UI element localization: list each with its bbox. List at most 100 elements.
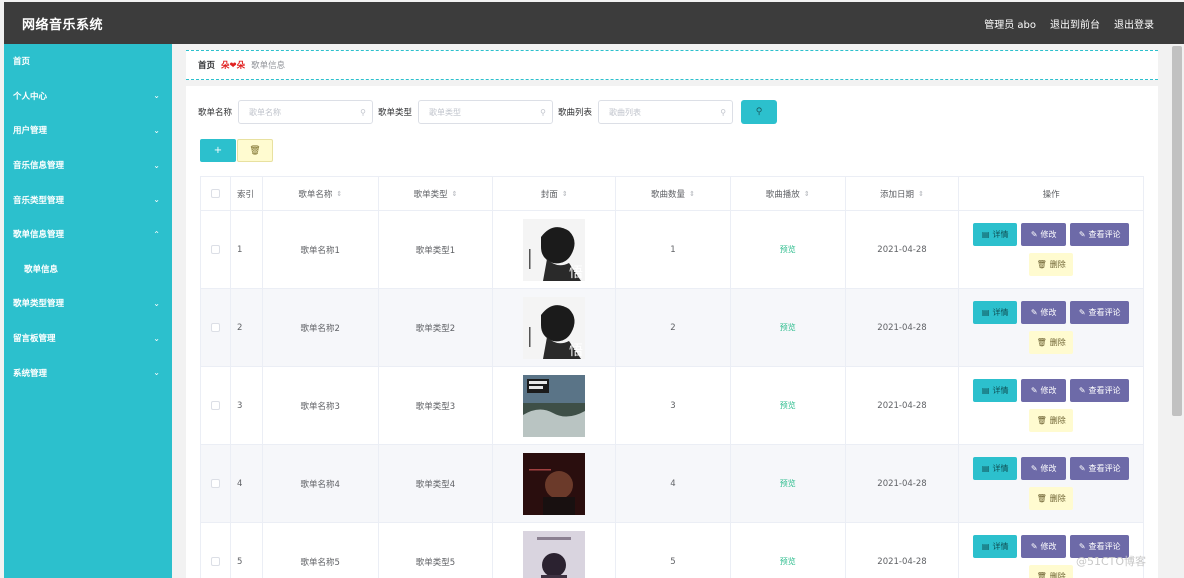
- row-date: 2021-04-28: [846, 445, 960, 522]
- header-play-label: 歌曲播放: [765, 189, 800, 200]
- header-date[interactable]: 添加日期 ⇕: [846, 177, 960, 210]
- comment-label: 查看评论: [1088, 230, 1121, 239]
- view-comments-button[interactable]: ✎ 查看评论: [1070, 379, 1130, 402]
- row-cover-cell: [493, 445, 617, 522]
- header-type-label: 歌单类型: [413, 189, 448, 200]
- preview-link[interactable]: 预览: [780, 244, 796, 255]
- search-button[interactable]: ⚲: [741, 100, 778, 124]
- row-checkbox[interactable]: [210, 245, 220, 254]
- page-scrollbar[interactable]: [1170, 46, 1184, 578]
- sidebar-item-home[interactable]: 首页: [4, 44, 172, 79]
- sidebar-item-playlist-type[interactable]: 歌单类型管理 ⌄: [4, 286, 172, 321]
- row-checkbox-cell: [201, 289, 231, 366]
- sort-icon[interactable]: ⇕: [562, 190, 568, 198]
- row-checkbox[interactable]: [210, 479, 220, 488]
- row-type: 歌单类型1: [379, 211, 494, 288]
- detail-button[interactable]: ▤ 详情: [973, 301, 1018, 324]
- row-name: 歌单名称3: [263, 367, 379, 444]
- playlist-type-input[interactable]: 歌单类型 ⚲: [418, 100, 554, 124]
- sidebar-item-label: 首页: [13, 57, 31, 68]
- admin-user-label[interactable]: 管理员 abo: [984, 16, 1036, 31]
- header-count[interactable]: 歌曲数量 ⇕: [616, 177, 731, 210]
- sidebar-item-music[interactable]: 音乐信息管理 ⌄: [4, 148, 172, 183]
- sort-icon[interactable]: ⇕: [336, 190, 342, 198]
- cover-image: [523, 452, 586, 515]
- preview-link[interactable]: 预览: [780, 400, 796, 411]
- sidebar-item-profile[interactable]: 个人中心 ⌄: [4, 79, 172, 114]
- song-list-label: 歌曲列表: [558, 108, 593, 118]
- row-ops: ▤ 详情 ✎ 修改 ✎ 查看评论 🗑 删除: [959, 289, 1143, 366]
- edit-label: 修改: [1040, 230, 1057, 239]
- row-cover-cell: 悟: [493, 211, 617, 288]
- detail-button[interactable]: ▤ 详情: [973, 457, 1018, 480]
- table-row: 4 歌单名称4 歌单类型4 4 预览 2021-04-28 ▤ 详情 ✎ 修改 …: [201, 445, 1143, 523]
- row-checkbox[interactable]: [210, 401, 220, 410]
- logout-link[interactable]: 退出登录: [1114, 16, 1154, 31]
- header-cover[interactable]: 封面 ⇕: [493, 177, 617, 210]
- main-content: 首页 朵❤朵 歌单信息 歌单名称 歌单名称 ⚲ 歌单类型 歌单类型 ⚲ 歌曲列表…: [186, 48, 1158, 578]
- preview-link[interactable]: 预览: [780, 556, 796, 567]
- delete-button[interactable]: 🗑 删除: [1029, 565, 1074, 578]
- row-checkbox[interactable]: [210, 323, 220, 332]
- header-play[interactable]: 歌曲播放 ⇕: [731, 177, 846, 210]
- edit-button[interactable]: ✎ 修改: [1021, 301, 1067, 324]
- cover-image: 悟: [523, 296, 586, 359]
- delete-button[interactable]: 🗑 删除: [1029, 253, 1074, 276]
- row-type: 歌单类型2: [379, 289, 494, 366]
- preview-link[interactable]: 预览: [780, 322, 796, 333]
- song-list-input[interactable]: 歌曲列表 ⚲: [598, 100, 734, 124]
- detail-button[interactable]: ▤ 详情: [973, 379, 1018, 402]
- trash-icon: 🗑: [249, 145, 261, 156]
- chevron-down-icon: ⌄: [153, 160, 160, 170]
- header-index: 索引: [231, 177, 263, 210]
- sort-icon[interactable]: ⇕: [804, 190, 810, 198]
- table-row: 3 歌单名称3 歌单类型3 3 预览 2021-04-28 ▤ 详情 ✎ 修改 …: [201, 367, 1143, 445]
- view-comments-button[interactable]: ✎ 查看评论: [1070, 223, 1130, 246]
- view-comments-button[interactable]: ✎ 查看评论: [1070, 457, 1130, 480]
- sidebar: 首页 个人中心 ⌄ 用户管理 ⌄ 音乐信息管理 ⌄ 音乐类型管理 ⌄ 歌单信息管理 ⌃ 歌…: [4, 44, 172, 578]
- view-comments-button[interactable]: ✎ 查看评论: [1070, 301, 1130, 324]
- breadcrumb-home[interactable]: 首页: [198, 59, 215, 71]
- preview-link[interactable]: 预览: [780, 478, 796, 489]
- row-checkbox-cell: [201, 523, 231, 578]
- svg-text:悟: 悟: [569, 343, 583, 359]
- sort-icon[interactable]: ⇕: [689, 190, 695, 198]
- breadcrumb-separator: 朵❤朵: [221, 61, 246, 71]
- header-type[interactable]: 歌单类型 ⇕: [379, 177, 494, 210]
- sidebar-item-users[interactable]: 用户管理 ⌄: [4, 113, 172, 148]
- delete-label: 删除: [1049, 572, 1066, 578]
- sidebar-item-playlist[interactable]: 歌单信息管理 ⌃: [4, 217, 172, 252]
- back-to-front-link[interactable]: 退出到前台: [1050, 16, 1100, 31]
- sort-icon[interactable]: ⇕: [452, 190, 458, 198]
- batch-delete-button[interactable]: 🗑: [237, 139, 273, 162]
- edit-button[interactable]: ✎ 修改: [1021, 223, 1067, 246]
- delete-button[interactable]: 🗑 删除: [1029, 409, 1074, 432]
- detail-label: 详情: [992, 386, 1009, 395]
- header-name[interactable]: 歌单名称 ⇕: [263, 177, 379, 210]
- edit-button[interactable]: ✎ 修改: [1021, 457, 1067, 480]
- sidebar-item-messages[interactable]: 留言板管理 ⌄: [4, 321, 172, 356]
- detail-button[interactable]: ▤ 详情: [973, 535, 1018, 558]
- edit-button[interactable]: ✎ 修改: [1021, 379, 1067, 402]
- delete-button[interactable]: 🗑 删除: [1029, 331, 1074, 354]
- select-all-checkbox[interactable]: [210, 189, 220, 198]
- row-checkbox[interactable]: [210, 557, 220, 566]
- sidebar-item-music-type[interactable]: 音乐类型管理 ⌄: [4, 182, 172, 217]
- table-row: 5 歌单名称5 歌单类型5 5 预览 2021-04-28 ▤ 详情 ✎ 修改 …: [201, 523, 1143, 578]
- header-ops: 操作: [959, 177, 1143, 210]
- app-title: 网络音乐系统: [22, 17, 104, 33]
- sidebar-subitem-playlist-info[interactable]: 歌单信息: [4, 252, 172, 287]
- sidebar-item-system[interactable]: 系统管理 ⌄: [4, 355, 172, 390]
- add-button[interactable]: +: [200, 139, 236, 162]
- chevron-down-icon: ⌄: [153, 195, 160, 205]
- delete-button[interactable]: 🗑 删除: [1029, 487, 1074, 510]
- detail-button[interactable]: ▤ 详情: [973, 223, 1018, 246]
- scrollbar-thumb[interactable]: [1172, 46, 1182, 416]
- edit-button[interactable]: ✎ 修改: [1021, 535, 1067, 558]
- row-index: 1: [231, 211, 263, 288]
- sort-icon[interactable]: ⇕: [918, 190, 924, 198]
- row-play-cell: 预览: [731, 289, 846, 366]
- playlist-name-input[interactable]: 歌单名称 ⚲: [238, 100, 374, 124]
- chevron-down-icon: ⌄: [153, 298, 160, 308]
- breadcrumb: 首页 朵❤朵 歌单信息: [186, 50, 1158, 80]
